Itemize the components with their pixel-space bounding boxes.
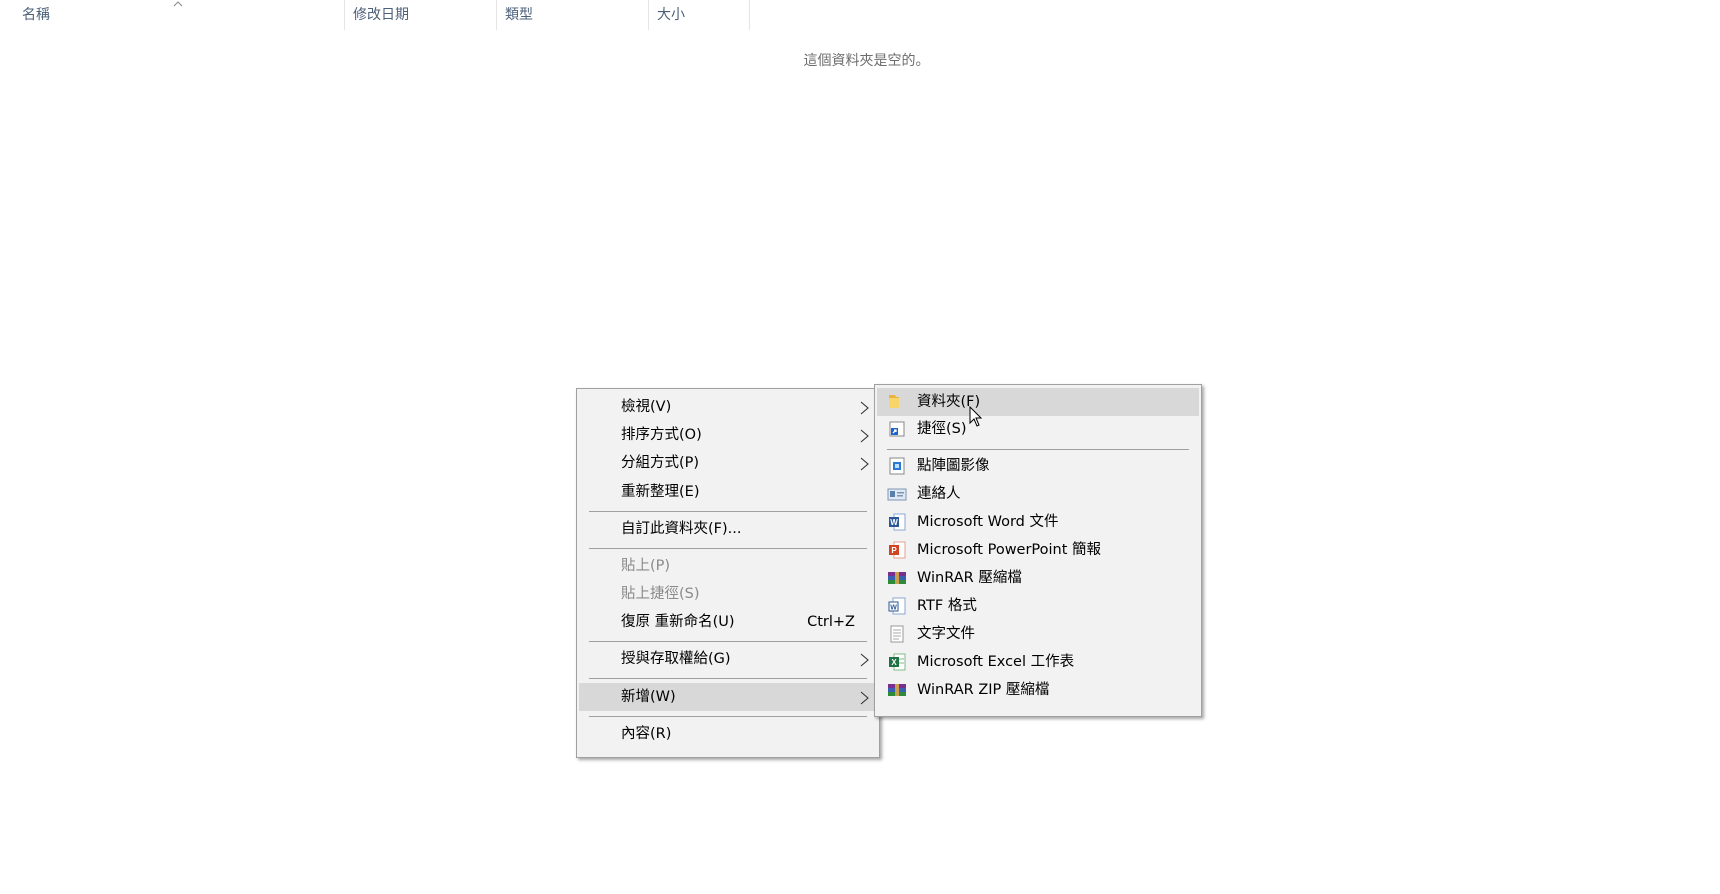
excel-worksheet-icon: X [889,653,906,671]
winrar-archive-icon [888,572,906,584]
menu-separator [589,716,867,717]
submenu-item-label: Microsoft Excel 工作表 [917,654,1075,670]
column-modified-label: 修改日期 [353,7,409,23]
menu-item-customize-folder[interactable]: 自訂此資料夾(F)... [579,516,877,542]
bitmap-image-icon [889,457,905,475]
chevron-right-icon [860,401,869,415]
submenu-item-shortcut[interactable]: 捷徑(S) [877,416,1199,442]
submenu-item-rtf[interactable]: W RTF 格式 [877,593,1199,619]
submenu-item-excel[interactable]: X Microsoft Excel 工作表 [877,649,1199,675]
new-submenu: 資料夾(F) 捷徑(S) 點陣圖影像 連絡人 W Microsoft Word … [874,384,1202,717]
mouse-cursor-icon [969,406,983,427]
submenu-item-contact[interactable]: 連絡人 [877,481,1199,507]
chevron-up-icon [173,1,183,7]
powerpoint-icon: P [889,541,906,559]
submenu-item-label: 點陣圖影像 [917,458,990,474]
keyboard-shortcut: Ctrl+Z [807,614,855,630]
contact-card-icon [887,488,907,501]
column-size-label: 大小 [657,7,685,23]
menu-item-undo-rename[interactable]: 復原 重新命名(U) Ctrl+Z [579,609,877,635]
submenu-item-winrar[interactable]: WinRAR 壓縮檔 [877,565,1199,591]
shortcut-icon [889,421,905,437]
folder-icon [889,395,899,408]
menu-item-paste-shortcut: 貼上捷徑(S) [579,581,877,607]
column-size[interactable]: 大小 [648,0,750,30]
submenu-item-label: 捷徑(S) [917,421,967,437]
menu-item-sort[interactable]: 排序方式(O) [579,422,877,448]
column-name-label: 名稱 [22,7,50,23]
submenu-item-text[interactable]: 文字文件 [877,621,1199,647]
menu-item-label: 授與存取權給(G) [621,651,731,667]
menu-item-paste: 貼上(P) [579,553,877,579]
menu-item-refresh[interactable]: 重新整理(E) [579,479,877,505]
svg-text:P: P [891,546,897,555]
submenu-item-label: 文字文件 [917,626,975,642]
submenu-item-label: Microsoft Word 文件 [917,514,1059,530]
chevron-right-icon [860,653,869,667]
submenu-item-bitmap[interactable]: 點陣圖影像 [877,453,1199,479]
menu-item-label: 貼上(P) [621,558,671,574]
menu-item-label: 新增(W) [621,689,676,705]
submenu-item-label: Microsoft PowerPoint 簡報 [917,542,1102,558]
menu-item-label: 檢視(V) [621,399,672,415]
context-menu: 檢視(V) 排序方式(O) 分組方式(P) 重新整理(E) 自訂此資料夾(F).… [576,388,880,758]
menu-item-label: 復原 重新命名(U) [621,614,735,630]
text-document-icon [890,625,904,643]
menu-separator [589,548,867,549]
menu-item-properties[interactable]: 內容(R) [579,721,877,747]
menu-item-label: 內容(R) [621,726,672,742]
menu-item-group[interactable]: 分組方式(P) [579,450,877,476]
column-type[interactable]: 類型 [496,0,648,30]
menu-separator [589,641,867,642]
chevron-right-icon [860,429,869,443]
svg-text:X: X [891,658,897,667]
submenu-item-word[interactable]: W Microsoft Word 文件 [877,509,1199,535]
menu-item-label: 貼上捷徑(S) [621,586,700,602]
svg-text:W: W [890,605,897,612]
explorer-content-pane[interactable]: 名稱 修改日期 類型 大小 這個資料夾是空的。 檢視(V) 排序方式(O) 分組… [0,0,1720,894]
submenu-item-powerpoint[interactable]: P Microsoft PowerPoint 簡報 [877,537,1199,563]
menu-separator [589,678,867,679]
submenu-item-label: WinRAR ZIP 壓縮檔 [917,682,1050,698]
menu-item-label: 分組方式(P) [621,455,700,471]
column-type-label: 類型 [505,7,533,23]
rtf-document-icon: W [888,597,906,615]
svg-text:W: W [890,518,898,527]
menu-item-give-access[interactable]: 授與存取權給(G) [579,646,877,672]
column-header: 名稱 修改日期 類型 大小 [0,0,760,30]
menu-item-view[interactable]: 檢視(V) [579,394,877,420]
menu-item-label: 重新整理(E) [621,484,700,500]
column-modified[interactable]: 修改日期 [344,0,496,30]
submenu-item-folder[interactable]: 資料夾(F) [877,388,1199,416]
menu-separator [589,511,867,512]
winrar-zip-icon [888,684,906,696]
menu-item-new[interactable]: 新增(W) [579,683,877,711]
empty-folder-message: 這個資料夾是空的。 [803,53,930,69]
menu-separator [887,449,1189,450]
submenu-item-label: RTF 格式 [917,598,977,614]
word-document-icon: W [889,513,906,531]
chevron-right-icon [860,691,869,705]
submenu-item-winrar-zip[interactable]: WinRAR ZIP 壓縮檔 [877,677,1199,703]
menu-item-label: 排序方式(O) [621,427,702,443]
chevron-right-icon [860,457,869,471]
menu-item-label: 自訂此資料夾(F)... [621,521,742,537]
submenu-item-label: WinRAR 壓縮檔 [917,570,1022,586]
submenu-item-label: 連絡人 [917,486,961,502]
